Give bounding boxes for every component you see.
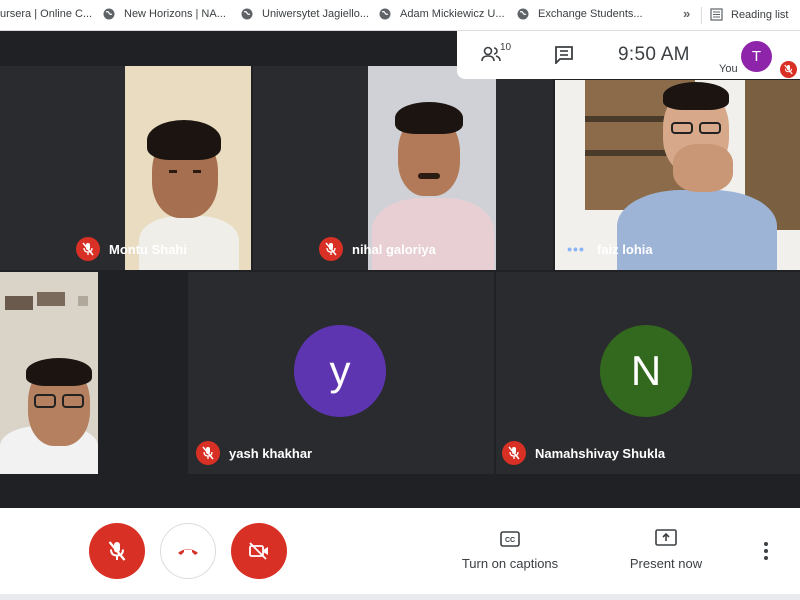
self-mic-off-icon (780, 61, 797, 78)
participant-name-row: yash khakhar (196, 441, 312, 465)
globe-icon (379, 8, 391, 20)
participant-name: yash khakhar (229, 445, 313, 461)
reading-list-icon (710, 8, 723, 21)
hang-up-icon (178, 549, 198, 555)
mic-off-icon (76, 237, 100, 261)
participant-name: Namahshivay Shukla (535, 445, 666, 461)
bookmark-exchange-students[interactable]: Exchange Students... (517, 8, 643, 20)
mic-off-icon (502, 441, 526, 465)
participant-tile[interactable]: ••• faiz lohia (555, 80, 800, 270)
mic-off-icon (196, 441, 220, 465)
participant-name: Montu Shahi (109, 241, 187, 257)
chat-icon[interactable] (554, 45, 574, 64)
avatar-initial: N (630, 347, 662, 394)
participant-avatar: N (600, 325, 692, 417)
mic-off-icon (108, 541, 126, 561)
globe-icon (517, 8, 529, 20)
window-bottom-strip (0, 594, 800, 600)
bookmarks-bar: ursera | Online C... New Horizons | NA..… (0, 0, 800, 31)
bookmark-label: Exchange Students... (538, 8, 643, 20)
divider (701, 7, 702, 24)
bookmark-coursera[interactable]: ursera | Online C... (0, 8, 92, 20)
participant-tile[interactable]: N Namahshivay Shukla (496, 272, 800, 474)
participant-name: faiz lohia (597, 241, 653, 257)
self-avatar[interactable]: T (741, 41, 772, 72)
globe-icon (103, 8, 115, 20)
reading-list-label: Reading list (731, 8, 789, 21)
participant-name: nihal galoriya (352, 241, 436, 257)
camera-off-icon (249, 542, 268, 560)
participant-count: 10 (500, 42, 512, 53)
video-feed (0, 272, 98, 474)
captions-label[interactable]: Turn on captions (450, 556, 570, 571)
participant-tile[interactable] (0, 272, 98, 474)
present-screen-icon[interactable] (655, 529, 677, 547)
self-label: You (719, 63, 738, 75)
self-initial: T (751, 48, 762, 65)
participant-name-row: Montu Shahi (76, 237, 187, 261)
unmute-button[interactable] (89, 523, 145, 579)
present-label[interactable]: Present now (615, 556, 717, 571)
more-options-icon[interactable] (764, 542, 768, 560)
svg-text:CC: CC (505, 537, 515, 544)
participant-name-row: ••• faiz lohia (564, 237, 653, 261)
participant-tile[interactable]: nihal galoriya (253, 66, 553, 270)
reading-list-button[interactable]: Reading list (710, 8, 788, 21)
participant-tile[interactable]: Montu Shahi (0, 66, 251, 270)
bookmark-new-horizons[interactable]: New Horizons | NA... (103, 8, 226, 20)
bookmark-label: Adam Mickiewicz U... (400, 8, 505, 20)
participant-tile[interactable]: y yash khakhar (188, 272, 494, 474)
speaking-indicator-icon: ••• (567, 241, 585, 257)
globe-icon (241, 8, 253, 20)
bookmark-label: Uniwersytet Jagiello... (262, 8, 369, 20)
bookmark-adam-mickiewicz[interactable]: Adam Mickiewicz U... (379, 8, 505, 20)
closed-captions-icon[interactable]: CC (500, 531, 520, 547)
participant-name-row: nihal galoriya (319, 237, 436, 261)
participant-avatar: y (294, 325, 386, 417)
bookmark-uniwersytet[interactable]: Uniwersytet Jagiello... (241, 8, 369, 20)
meeting-clock: 9:50 AM (618, 44, 690, 65)
camera-on-button[interactable] (231, 523, 287, 579)
avatar-initial: y (329, 347, 351, 394)
participant-name-row: Namahshivay Shukla (502, 441, 665, 465)
more-bookmarks-chevron-icon[interactable]: » (683, 6, 690, 21)
mic-off-icon (319, 237, 343, 261)
leave-call-button[interactable] (160, 523, 216, 579)
people-icon[interactable] (481, 46, 501, 62)
bookmark-label: ursera | Online C... (0, 8, 93, 20)
bookmark-label: New Horizons | NA... (124, 8, 226, 20)
